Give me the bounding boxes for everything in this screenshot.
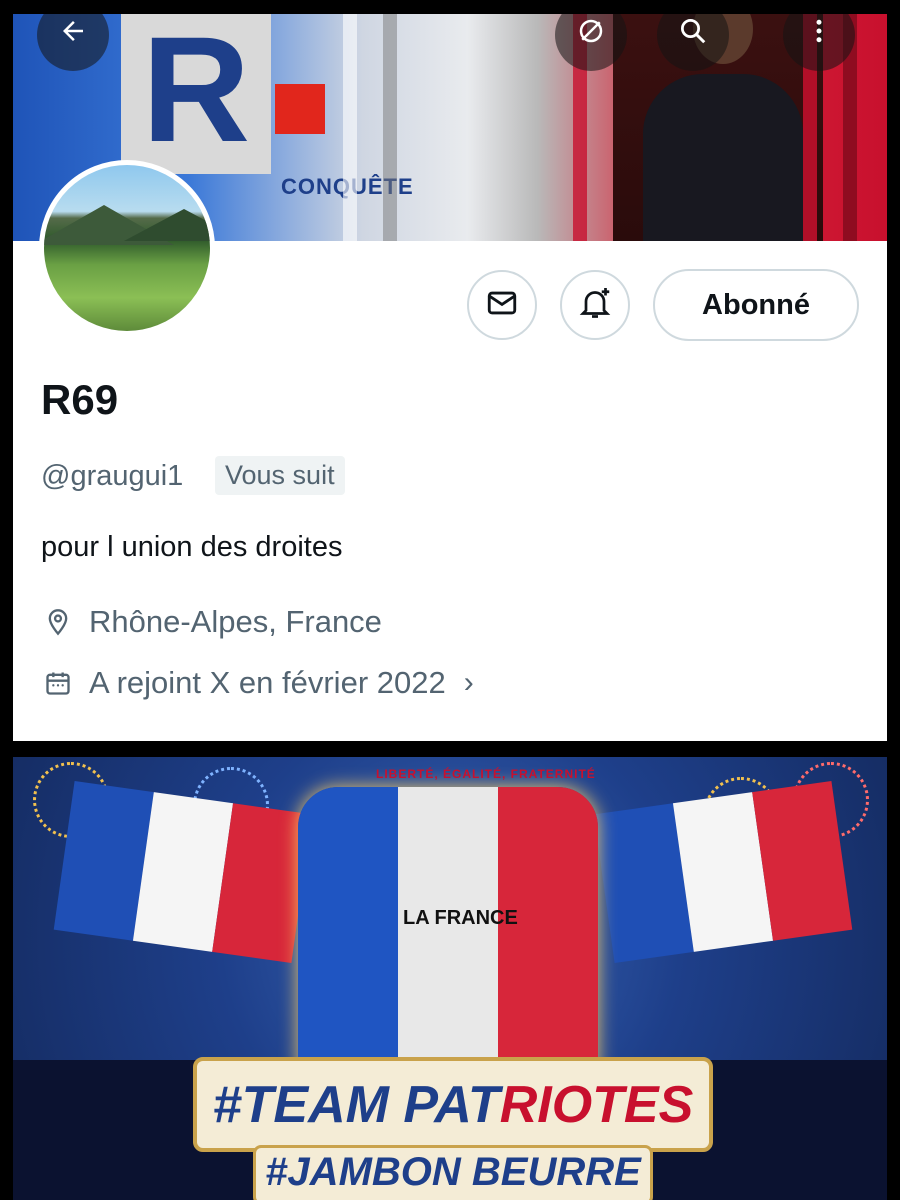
profile-name: R69 (41, 376, 119, 423)
banner-logo: R (121, 14, 271, 174)
location-text: Rhône-Alpes, France (89, 604, 382, 639)
banner-logo-mark (275, 84, 325, 134)
arrow-left-icon (58, 16, 88, 54)
profile-joined[interactable]: A rejoint X en février 2022 › (41, 665, 474, 701)
back-button[interactable] (37, 14, 109, 71)
french-flag-left (53, 781, 313, 963)
search-icon (678, 16, 708, 54)
avatar-mountain (124, 209, 210, 241)
profile-handle: @graugui1 (41, 460, 184, 492)
map-label: LA FRANCE (403, 907, 518, 929)
chevron-right-icon: › (463, 666, 474, 699)
notify-button[interactable] (560, 270, 630, 340)
grok-icon (576, 16, 606, 54)
banner-stripe (343, 14, 357, 241)
poster-motto: LIBERTÉ, ÉGALITÉ, FRATERNITÉ (376, 767, 596, 781)
profile-screen: R CONQUÊTE (13, 14, 887, 741)
hashtag-part1: #TEAM PAT (212, 1075, 500, 1134)
profile-bio: pour l union des droites (41, 531, 343, 563)
message-button[interactable] (467, 270, 537, 340)
follows-you-badge: Vous suit (215, 456, 345, 495)
banner-stripe (383, 14, 397, 241)
calendar-icon (41, 666, 75, 700)
profile-location: Rhône-Alpes, France (41, 604, 382, 640)
patriot-poster: LIBERTÉ, ÉGALITÉ, FRATERNITÉ LA FRANCE #… (13, 757, 887, 1200)
french-flag-right (593, 781, 853, 963)
poster-hashtag-banner: #TEAM PAT RIOTES (193, 1057, 713, 1152)
following-button[interactable]: Abonné (653, 269, 859, 341)
location-pin-icon (41, 605, 75, 639)
joined-text: A rejoint X en février 2022 (89, 665, 446, 700)
bell-plus-icon (577, 285, 613, 326)
mail-icon (485, 286, 519, 325)
hashtag-part2: RIOTES (499, 1075, 694, 1134)
more-vertical-icon (804, 16, 834, 54)
person-suit (643, 74, 803, 241)
france-map (298, 787, 598, 1097)
avatar[interactable] (39, 160, 215, 336)
poster-hashtag2: #JAMBON BEURRE (253, 1145, 653, 1200)
